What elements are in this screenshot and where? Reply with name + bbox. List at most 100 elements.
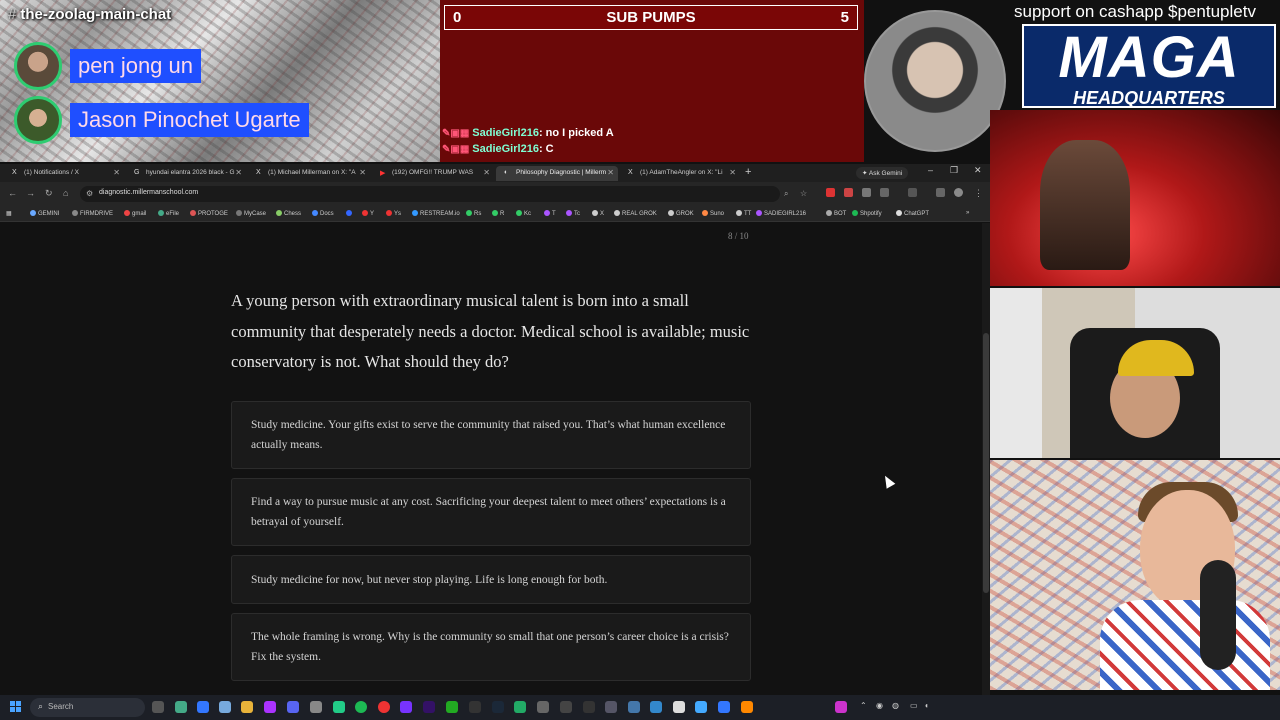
- file-explorer-icon[interactable]: [241, 701, 253, 713]
- bookmark-restream[interactable]: RESTREAM.io: [412, 210, 460, 217]
- bookmark-y[interactable]: Y: [362, 210, 374, 217]
- bookmark-bot[interactable]: BOT: [826, 210, 846, 217]
- bookmark-ys[interactable]: Ys: [386, 210, 401, 217]
- bookmark-tc[interactable]: Tc: [566, 210, 580, 217]
- sidebar-icon[interactable]: [908, 188, 917, 197]
- task-view-icon[interactable]: [152, 701, 164, 713]
- restore-button[interactable]: ❐: [950, 165, 958, 176]
- app-icon[interactable]: [400, 701, 412, 713]
- tab-millerman-x[interactable]: X (1) Michael Millerman on X: "A ✕: [248, 166, 370, 181]
- tab-adamtheangler[interactable]: X (1) AdamTheAngler on X: "Li ✕: [620, 166, 740, 181]
- close-icon[interactable]: ✕: [359, 168, 366, 177]
- extension-icon[interactable]: [826, 188, 835, 197]
- bookmark-grok[interactable]: GROK: [668, 210, 694, 217]
- scrollbar-thumb[interactable]: [983, 333, 989, 593]
- bookmark-tt[interactable]: TT: [736, 210, 751, 217]
- extension-icon[interactable]: [844, 188, 853, 197]
- bookmark-gemini[interactable]: GEMINI: [30, 210, 59, 217]
- xbox-icon[interactable]: [446, 701, 458, 713]
- app-icon[interactable]: [514, 701, 526, 713]
- windows-start-icon[interactable]: [10, 701, 22, 713]
- bookmark-star-icon[interactable]: ☆: [800, 189, 807, 198]
- answer-option-1[interactable]: Study medicine. Your gifts exist to serv…: [231, 401, 751, 469]
- app-icon[interactable]: [718, 701, 730, 713]
- bookmark-sadiegirl216[interactable]: SADIEGIRL216: [756, 210, 806, 217]
- tab-notifications[interactable]: X (1) Notifications / X ✕: [4, 166, 124, 181]
- app-icon[interactable]: [310, 701, 322, 713]
- app-icon[interactable]: [650, 701, 662, 713]
- more-bookmarks-icon[interactable]: »: [966, 210, 969, 216]
- premiere-icon[interactable]: [423, 701, 435, 713]
- app-icon[interactable]: [219, 701, 231, 713]
- tray-icon[interactable]: ◉: [876, 701, 883, 710]
- app-icon[interactable]: [469, 701, 481, 713]
- reload-button[interactable]: ↻: [45, 188, 53, 199]
- app-icon[interactable]: [333, 701, 345, 713]
- app-icon[interactable]: [605, 701, 617, 713]
- tab-google-search[interactable]: Ghyundai elantra 2026 black - G ✕: [126, 166, 246, 181]
- bookmark-facebook[interactable]: [346, 210, 354, 217]
- ask-gemini-button[interactable]: ✦ Ask Gemini: [856, 167, 909, 179]
- bookmark-protoge[interactable]: PROTOGE: [190, 210, 228, 217]
- bookmark-gmail[interactable]: gmail: [124, 210, 146, 217]
- answer-option-2[interactable]: Find a way to pursue music at any cost. …: [231, 478, 751, 546]
- bookmark-rs[interactable]: Rs: [466, 210, 481, 217]
- steam-icon[interactable]: [492, 701, 504, 713]
- volume-icon[interactable]: ◖: [924, 701, 929, 710]
- app-icon[interactable]: [628, 701, 640, 713]
- app-icon[interactable]: [560, 701, 572, 713]
- address-bar[interactable]: ⚙ diagnostic.millermanschool.com ⌕ ☆: [80, 186, 807, 202]
- new-tab-button[interactable]: +: [745, 166, 751, 178]
- bookmark-firmdrive[interactable]: FIRMDRIVE: [72, 210, 113, 217]
- tray-overflow-icon[interactable]: ⌃: [860, 701, 867, 710]
- extension-icon[interactable]: [862, 188, 871, 197]
- close-icon[interactable]: ✕: [235, 168, 242, 177]
- close-icon[interactable]: ✕: [113, 168, 120, 177]
- app-icon[interactable]: [741, 701, 753, 713]
- bookmark-chatgpt[interactable]: ChatGPT: [896, 210, 929, 217]
- app-icon[interactable]: [695, 701, 707, 713]
- minimize-button[interactable]: –: [928, 165, 933, 175]
- app-icon[interactable]: [583, 701, 595, 713]
- forward-button[interactable]: →: [26, 188, 35, 198]
- bookmark-x[interactable]: X: [592, 210, 604, 217]
- app-icon[interactable]: [197, 701, 209, 713]
- bookmark-t[interactable]: T: [544, 210, 556, 217]
- answer-option-3[interactable]: Study medicine for now, but never stop p…: [231, 555, 751, 604]
- bookmark-kc[interactable]: Kc: [516, 210, 531, 217]
- bookmark-efile[interactable]: eFile: [158, 210, 179, 217]
- notification-icon[interactable]: [835, 701, 847, 713]
- close-icon[interactable]: ✕: [483, 168, 490, 177]
- close-window-button[interactable]: ✕: [974, 165, 982, 176]
- downloads-icon[interactable]: [936, 188, 945, 197]
- close-icon[interactable]: ✕: [729, 168, 736, 177]
- back-button[interactable]: ←: [8, 188, 17, 198]
- bookmark-r[interactable]: R: [492, 210, 504, 217]
- discord-icon[interactable]: [287, 701, 299, 713]
- network-icon[interactable]: ▭: [910, 701, 918, 710]
- app-icon[interactable]: [673, 701, 685, 713]
- bookmark-suno[interactable]: Suno: [702, 210, 724, 217]
- taskbar-search[interactable]: ⌕ Search: [30, 698, 145, 717]
- bookmark-real-grok[interactable]: REAL GROK: [614, 210, 657, 217]
- home-button[interactable]: ⌂: [63, 188, 68, 198]
- app-icon[interactable]: [537, 701, 549, 713]
- page-scrollbar[interactable]: [982, 223, 990, 695]
- profile-avatar[interactable]: [954, 188, 963, 197]
- app-icon[interactable]: [264, 701, 276, 713]
- tab-philosophy-diagnostic[interactable]: ◐ Philosophy Diagnostic | Millerm ✕: [496, 166, 618, 181]
- apps-grid-icon[interactable]: ▦: [6, 210, 12, 217]
- close-icon[interactable]: ✕: [607, 168, 614, 177]
- url-text[interactable]: diagnostic.millermanschool.com: [99, 189, 198, 196]
- app-icon[interactable]: [175, 701, 187, 713]
- spotify-icon[interactable]: [355, 701, 367, 713]
- tab-youtube[interactable]: ▶ (192) OMFG!! TRUMP WAS ✕: [372, 166, 494, 181]
- menu-kebab-icon[interactable]: ⋮: [974, 188, 983, 199]
- tray-icon[interactable]: ◍: [892, 701, 899, 710]
- bookmark-docs[interactable]: Docs: [312, 210, 334, 217]
- bookmark-mycase[interactable]: MyCase: [236, 210, 266, 217]
- chrome-icon[interactable]: [378, 701, 390, 713]
- bookmark-shpotify[interactable]: Shpotify: [852, 210, 882, 217]
- answer-option-4[interactable]: The whole framing is wrong. Why is the c…: [231, 613, 751, 681]
- site-info-icon[interactable]: ⚙: [86, 189, 93, 198]
